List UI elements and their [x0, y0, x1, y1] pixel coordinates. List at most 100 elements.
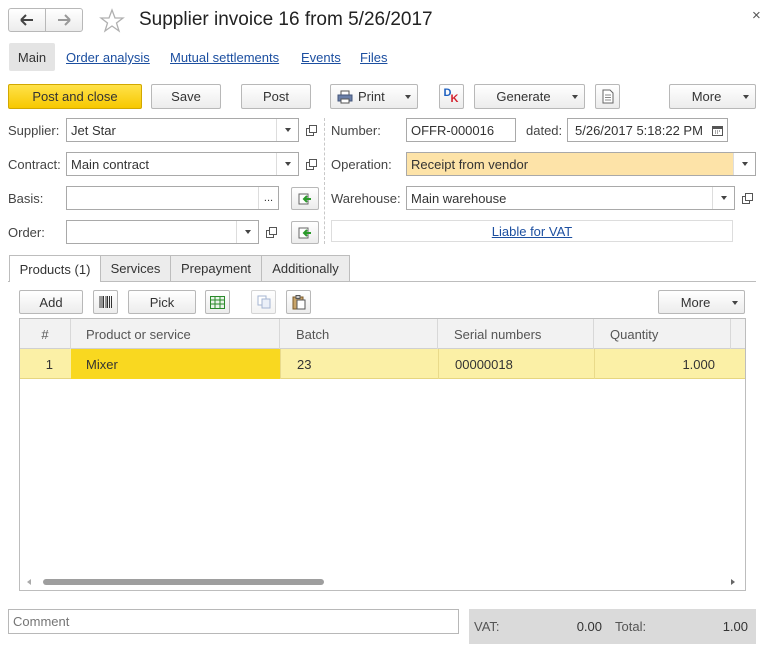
table-more-button[interactable]: More: [658, 290, 745, 314]
vat-label: VAT:: [474, 619, 500, 634]
chevron-down-icon: [743, 95, 749, 99]
column-header-serial[interactable]: Serial numbers: [438, 319, 594, 349]
document-icon: [602, 89, 613, 104]
contract-field[interactable]: Main contract: [66, 152, 299, 176]
tab-products[interactable]: Products (1): [9, 255, 101, 282]
order-field[interactable]: [66, 220, 259, 244]
table-row[interactable]: 1 Mixer 23 00000018 1.000: [20, 349, 745, 379]
scroll-left-icon[interactable]: [27, 579, 31, 585]
date-field[interactable]: 5/26/2017 5:18:22 PM: [567, 118, 728, 142]
tab-main[interactable]: Main: [9, 43, 55, 71]
cell-batch[interactable]: 23: [280, 349, 438, 379]
barcode-icon: [99, 296, 112, 308]
tab-events[interactable]: Events: [301, 50, 341, 65]
dated-label: dated:: [526, 123, 563, 138]
fill-icon: [298, 227, 311, 238]
add-button[interactable]: Add: [19, 290, 83, 314]
back-button[interactable]: [8, 8, 46, 32]
chevron-down-icon: [405, 95, 411, 99]
column-header-batch[interactable]: Batch: [280, 319, 438, 349]
tab-mutual-settlements[interactable]: Mutual settlements: [170, 50, 279, 65]
operation-label: Operation:: [331, 157, 392, 172]
open-supplier-icon[interactable]: [304, 119, 318, 141]
open-warehouse-icon[interactable]: [740, 187, 754, 209]
dropdown-button[interactable]: [276, 153, 298, 175]
chevron-down-icon: [732, 301, 738, 305]
open-order-icon[interactable]: [264, 221, 278, 243]
copy-button[interactable]: [251, 290, 276, 314]
basis-label: Basis:: [8, 191, 44, 206]
choose-button[interactable]: ...: [258, 187, 278, 209]
supplier-field[interactable]: Jet Star: [66, 118, 299, 142]
order-label: Order:: [8, 225, 45, 240]
fill-order-button[interactable]: [291, 221, 319, 244]
chevron-down-icon: [572, 95, 578, 99]
arrow-left-icon: [20, 14, 33, 26]
supplier-label: Supplier:: [8, 123, 60, 138]
close-icon[interactable]: ×: [752, 7, 761, 24]
number-label: Number:: [331, 123, 381, 138]
scrollbar-thumb[interactable]: [43, 579, 324, 585]
post-and-close-button[interactable]: Post and close: [8, 84, 142, 109]
cell-number: 1: [45, 356, 53, 372]
spreadsheet-button[interactable]: [205, 290, 230, 314]
contract-label: Contract:: [8, 157, 61, 172]
fill-icon: [298, 193, 311, 204]
spreadsheet-icon: [210, 295, 225, 309]
dropdown-button[interactable]: [276, 119, 298, 141]
totals-panel: VAT: 0.00 Total: 1.00: [469, 609, 756, 644]
cell-serial[interactable]: 00000018: [438, 349, 594, 379]
table-header: # Product or service Batch Serial number…: [20, 319, 745, 349]
column-header-product[interactable]: Product or service: [71, 319, 280, 349]
tab-order-analysis[interactable]: Order analysis: [66, 50, 150, 65]
vat-value: 0.00: [576, 619, 602, 634]
number-field[interactable]: OFFR-000016: [406, 118, 516, 142]
paste-button[interactable]: [286, 290, 311, 314]
arrow-right-icon: [58, 14, 71, 26]
tab-prepayment[interactable]: Prepayment: [170, 255, 262, 281]
post-button[interactable]: Post: [241, 84, 311, 109]
save-button[interactable]: Save: [151, 84, 221, 109]
total-value: 1.00: [722, 619, 748, 634]
page-title: Supplier invoice 16 from 5/26/2017: [139, 9, 433, 30]
vat-link-box: Liable for VAT: [331, 220, 733, 242]
tab-files[interactable]: Files: [360, 50, 387, 65]
copy-icon: [257, 295, 270, 309]
column-header-number[interactable]: #: [20, 319, 71, 349]
barcode-button[interactable]: [93, 290, 118, 314]
operation-field[interactable]: Receipt from vendor: [406, 152, 756, 176]
print-button[interactable]: Print: [330, 84, 418, 109]
open-contract-icon[interactable]: [304, 153, 318, 175]
dk-icon: D K: [443, 86, 459, 105]
products-table: # Product or service Batch Serial number…: [19, 318, 746, 591]
tab-additionally[interactable]: Additionally: [261, 255, 350, 281]
column-header-quantity[interactable]: Quantity: [594, 319, 731, 349]
cell-product[interactable]: Mixer: [71, 349, 280, 379]
total-label: Total:: [615, 619, 647, 634]
tab-panel-border: [8, 281, 756, 282]
warehouse-label: Warehouse:: [331, 191, 401, 206]
dropdown-button[interactable]: [733, 153, 755, 175]
comment-field[interactable]: [8, 609, 459, 634]
pick-button[interactable]: Pick: [128, 290, 196, 314]
liable-for-vat-link[interactable]: Liable for VAT: [492, 224, 572, 239]
forward-button[interactable]: [45, 8, 83, 32]
tab-services[interactable]: Services: [100, 255, 171, 281]
scroll-right-icon[interactable]: [731, 579, 735, 585]
cell-quantity[interactable]: 1.000: [594, 349, 731, 379]
printer-icon: [337, 90, 353, 103]
paste-icon: [292, 294, 305, 309]
more-button[interactable]: More: [669, 84, 756, 109]
generate-button[interactable]: Generate: [474, 84, 585, 109]
dropdown-button[interactable]: [712, 187, 734, 209]
horizontal-scrollbar[interactable]: [20, 575, 745, 590]
document-icon-button[interactable]: [595, 84, 620, 109]
favorite-star-icon[interactable]: [99, 8, 125, 34]
calendar-icon[interactable]: [707, 125, 727, 136]
fill-basis-button[interactable]: [291, 187, 319, 210]
dropdown-button[interactable]: [236, 221, 258, 243]
dk-report-button[interactable]: D K: [439, 84, 464, 109]
column-divider: [324, 118, 325, 244]
warehouse-field[interactable]: Main warehouse: [406, 186, 735, 210]
basis-field[interactable]: ...: [66, 186, 279, 210]
